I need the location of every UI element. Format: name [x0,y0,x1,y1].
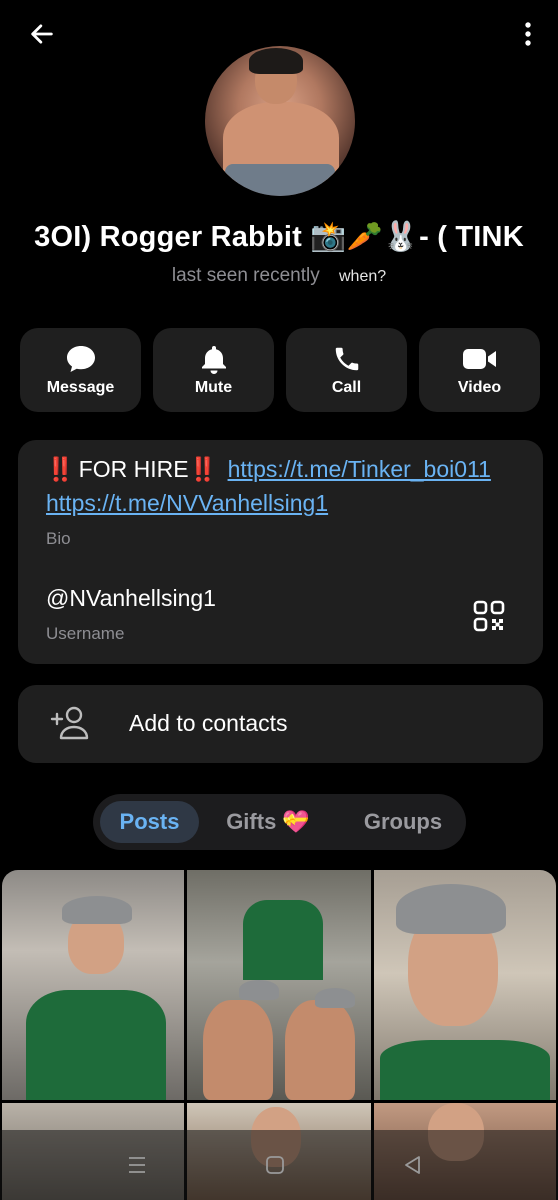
action-buttons: Message Mute Call Video [20,328,540,412]
system-back-button[interactable] [393,1150,433,1180]
profile-status-row: last seen recently when? [0,265,558,287]
mute-label: Mute [194,379,233,396]
back-button[interactable] [22,14,62,54]
post-thumbnail[interactable] [2,870,184,1100]
home-icon [266,1156,284,1174]
recent-apps-icon [129,1157,145,1173]
mute-button[interactable]: Mute [153,328,274,412]
username-label: Username [46,624,125,643]
call-button[interactable]: Call [286,328,407,412]
info-card: ‼️ FOR HIRE‼️ https://t.me/Tinker_boi011 … [18,440,543,664]
double-exclamation-icon: ‼️ [46,456,75,482]
bio-label: Bio [46,529,71,548]
chat-bubble-icon [66,346,95,372]
username-value[interactable]: @NVanhellsing1 [46,585,216,612]
more-options-button[interactable] [516,14,540,54]
video-label: Video [457,379,502,396]
bio-link-tinker[interactable]: https://t.me/Tinker_boi011 [228,456,491,482]
when-link[interactable]: when? [339,268,386,285]
qr-code-button[interactable] [473,600,505,632]
bio-line-1: ‼️ FOR HIRE‼️ https://t.me/Tinker_boi011 [46,456,491,483]
more-vertical-icon [525,22,531,46]
post-thumbnail[interactable] [187,870,371,1100]
qr-code-icon [473,600,505,632]
bio-text: FOR HIRE [78,456,189,482]
avatar-hair [249,48,303,74]
add-to-contacts-label: Add to contacts [129,710,288,736]
bio-link-nvvanhellsing[interactable]: https://t.me/NVVanhellsing1 [46,490,328,516]
double-exclamation-icon: ‼️ [188,456,218,482]
bell-icon [201,346,226,374]
tab-posts[interactable]: Posts [100,801,199,843]
video-camera-icon [462,349,496,369]
recent-apps-button[interactable] [117,1150,157,1180]
profile-tabs: Posts Gifts 💝 Groups [93,794,466,850]
profile-avatar[interactable] [205,46,355,196]
arrow-left-icon [31,24,53,44]
nav-back-icon [405,1156,420,1174]
call-label: Call [331,379,362,396]
profile-name-row: 3OI) Rogger Rabbit 📸🥕🐰- ( TINK [0,220,558,262]
tab-gifts[interactable]: Gifts 💝 [213,801,323,843]
profile-name: 3OI) Rogger Rabbit 📸🥕🐰- ( TINK [34,221,524,253]
add-person-icon [50,706,89,740]
avatar-jeans [225,164,335,196]
message-label: Message [46,379,115,396]
add-to-contacts-button[interactable]: Add to contacts [18,685,543,763]
video-button[interactable]: Video [419,328,540,412]
system-nav-bar [0,1130,558,1200]
post-thumbnail[interactable] [374,870,556,1100]
tab-groups[interactable]: Groups [343,801,463,843]
message-button[interactable]: Message [20,328,141,412]
phone-icon [335,347,358,371]
bio-line-2: https://t.me/NVVanhellsing1 [46,490,328,517]
home-button[interactable] [255,1150,295,1180]
last-seen-text: last seen recently [171,265,320,286]
